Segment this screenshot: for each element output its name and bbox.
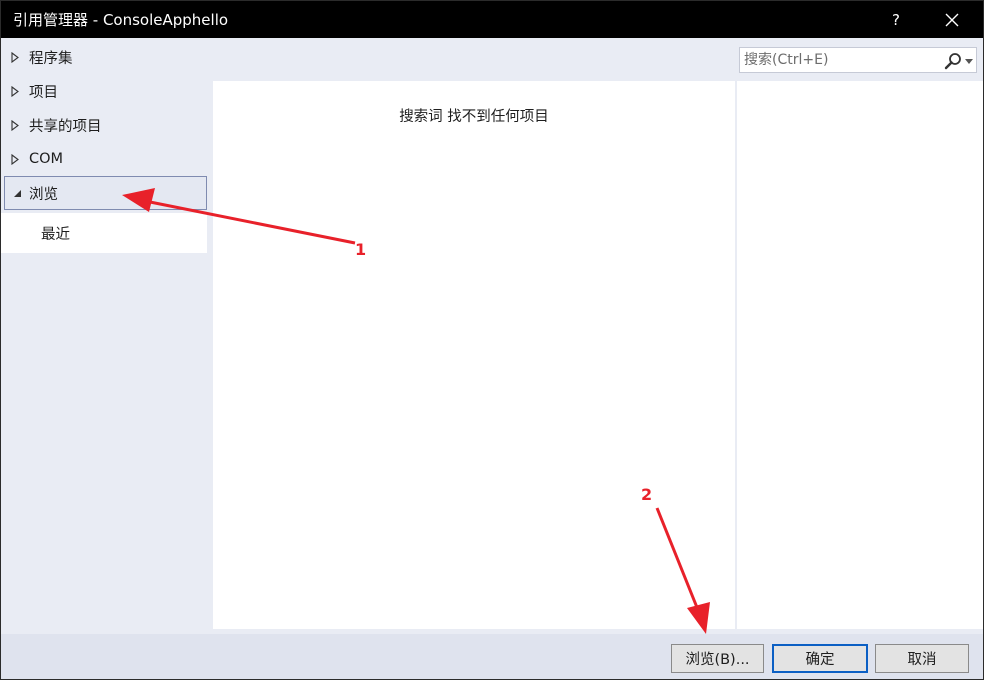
- search-input[interactable]: [744, 50, 934, 70]
- sidebar-item-projects[interactable]: 项目: [1, 74, 206, 108]
- expand-triangle-icon[interactable]: [1, 119, 29, 131]
- sidebar-item-assemblies[interactable]: 程序集: [1, 40, 206, 74]
- category-sidebar: 程序集 项目 共享的项目 COM 浏览 最近: [1, 38, 209, 634]
- close-icon: [945, 13, 959, 26]
- sidebar-item-label: 浏览: [29, 186, 58, 203]
- collapse-triangle-icon[interactable]: [5, 189, 29, 198]
- expand-triangle-icon[interactable]: [1, 153, 29, 165]
- chevron-down-icon[interactable]: [964, 57, 974, 65]
- sidebar-subitem-label: 最近: [41, 226, 70, 243]
- reference-manager-dialog: 引用管理器 - ConsoleApphello ? 程序集 项目 共享的项目 C…: [0, 0, 984, 680]
- sidebar-item-label: COM: [29, 151, 64, 167]
- sidebar-item-label: 共享的项目: [29, 118, 102, 135]
- search-box[interactable]: [739, 47, 977, 73]
- sidebar-item-com[interactable]: COM: [1, 142, 206, 176]
- expand-triangle-icon[interactable]: [1, 51, 29, 63]
- cancel-button[interactable]: 取消: [875, 644, 969, 673]
- annotation-label-2: 2: [641, 485, 653, 504]
- expand-triangle-icon[interactable]: [1, 85, 29, 97]
- details-pane: [737, 81, 983, 629]
- search-icon[interactable]: [944, 52, 962, 70]
- annotation-label-1: 1: [355, 240, 367, 259]
- sidebar-subitem-recent[interactable]: 最近: [1, 213, 207, 253]
- close-button[interactable]: [929, 1, 975, 38]
- sidebar-item-label: 项目: [29, 84, 58, 101]
- window-title: 引用管理器 - ConsoleApphello: [13, 11, 229, 29]
- empty-results-message: 搜索词 找不到任何项目: [399, 109, 549, 125]
- sidebar-item-browse[interactable]: 浏览: [4, 176, 207, 210]
- results-list[interactable]: 搜索词 找不到任何项目: [213, 81, 735, 629]
- browse-button[interactable]: 浏览(B)...: [671, 644, 764, 673]
- sidebar-item-shared-projects[interactable]: 共享的项目: [1, 108, 206, 142]
- help-button[interactable]: ?: [873, 1, 919, 38]
- title-bar[interactable]: 引用管理器 - ConsoleApphello ?: [1, 1, 983, 38]
- ok-button[interactable]: 确定: [772, 644, 868, 673]
- sidebar-item-label: 程序集: [29, 50, 73, 67]
